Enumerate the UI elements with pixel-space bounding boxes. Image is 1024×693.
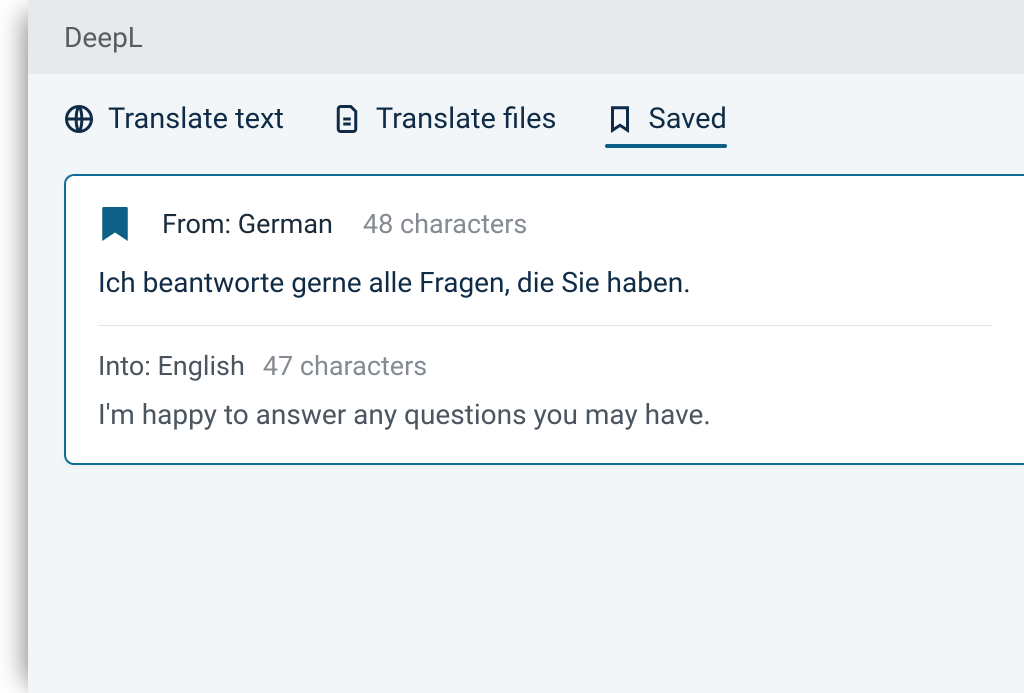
bookmark-filled-icon [98,204,132,244]
tab-bar: Translate text Translate files Saved [28,74,1024,166]
tab-translate-files[interactable]: Translate files [332,102,557,142]
tab-saved-label: Saved [649,102,727,136]
tab-translate-files-label: Translate files [376,102,557,136]
source-meta-row: From: German 48 characters [98,204,992,244]
app-title: DeepL [64,21,143,54]
target-text: I'm happy to answer any questions you ma… [98,398,992,431]
target-char-count: 47 characters [263,350,427,382]
target-meta-row: Into: English 47 characters [98,350,992,382]
source-char-count: 48 characters [363,208,527,240]
content-area: From: German 48 characters Ich beantwort… [28,166,1024,465]
from-language-label: From: German [162,208,333,240]
saved-translation-card[interactable]: From: German 48 characters Ich beantwort… [64,174,1024,465]
bookmark-icon [605,104,635,134]
tab-translate-text[interactable]: Translate text [64,102,284,142]
globe-icon [64,104,94,134]
source-text: Ich beantworte gerne alle Fragen, die Si… [98,266,992,299]
tab-saved[interactable]: Saved [605,102,727,142]
tab-translate-text-label: Translate text [108,102,284,136]
title-bar: DeepL [28,0,1024,74]
divider [98,325,992,326]
app-window: DeepL Translate text Translate files [28,0,1024,693]
file-icon [332,104,362,134]
into-language-label: Into: English [98,350,245,382]
